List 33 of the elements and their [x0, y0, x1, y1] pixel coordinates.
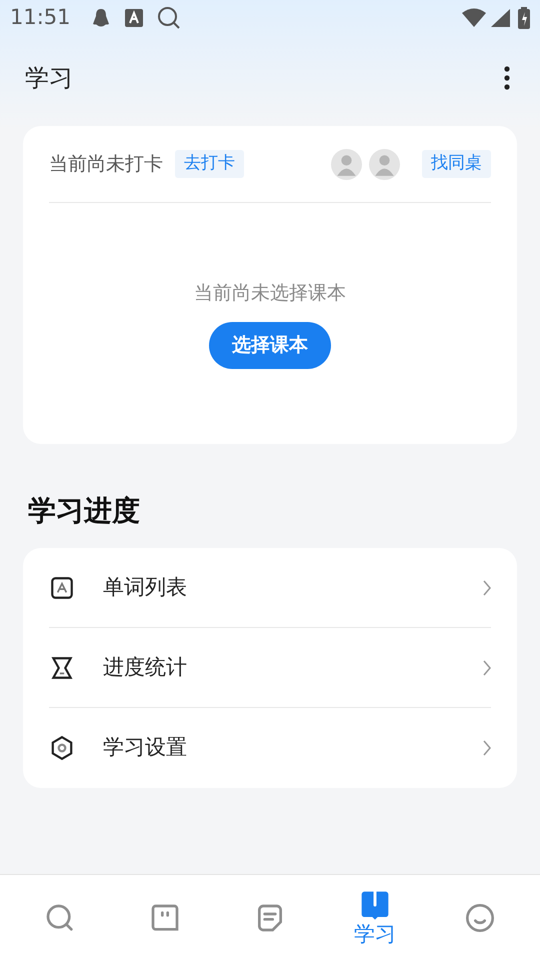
settings-icon [49, 735, 75, 761]
penguin-icon [90, 8, 111, 28]
nav-tab[interactable]: 学习 [340, 888, 410, 946]
smile-icon [464, 902, 496, 934]
wifi-icon [462, 8, 486, 28]
select-textbook-button[interactable]: 选择课本 [209, 322, 331, 368]
chevron-right-icon [483, 660, 491, 676]
signal-icon [490, 8, 510, 28]
chevron-right-icon [483, 580, 491, 596]
menu-item[interactable]: 学习设置 [49, 708, 491, 788]
chevron-right-icon [483, 740, 491, 756]
menu-label: 单词列表 [103, 574, 188, 601]
checkin-button[interactable]: 去打卡 [175, 150, 244, 178]
empty-message: 当前尚未选择课本 [194, 281, 346, 306]
menu-label: 学习设置 [103, 734, 188, 762]
page-title: 学习 [25, 63, 73, 94]
find-deskmate-button[interactable]: 找同桌 [422, 150, 491, 178]
avatar-icon [369, 148, 400, 180]
letter-a-icon [124, 9, 143, 27]
checkin-status: 当前尚未打卡 [49, 152, 163, 177]
avatar-icon [331, 148, 362, 180]
letter-a-icon [49, 574, 75, 600]
battery-icon [518, 7, 530, 29]
book-icon [358, 888, 391, 920]
menu-item[interactable]: 进度统计 [49, 628, 491, 708]
menu-label: 进度统计 [103, 654, 188, 681]
magnifier-icon [156, 6, 181, 30]
more-icon[interactable] [504, 66, 510, 90]
chat-icon [149, 902, 182, 934]
section-title: 学习进度 [28, 493, 141, 529]
hourglass-icon [49, 654, 75, 680]
status-time: 11:51 [10, 4, 71, 32]
menu-item[interactable]: 单词列表 [49, 548, 491, 628]
